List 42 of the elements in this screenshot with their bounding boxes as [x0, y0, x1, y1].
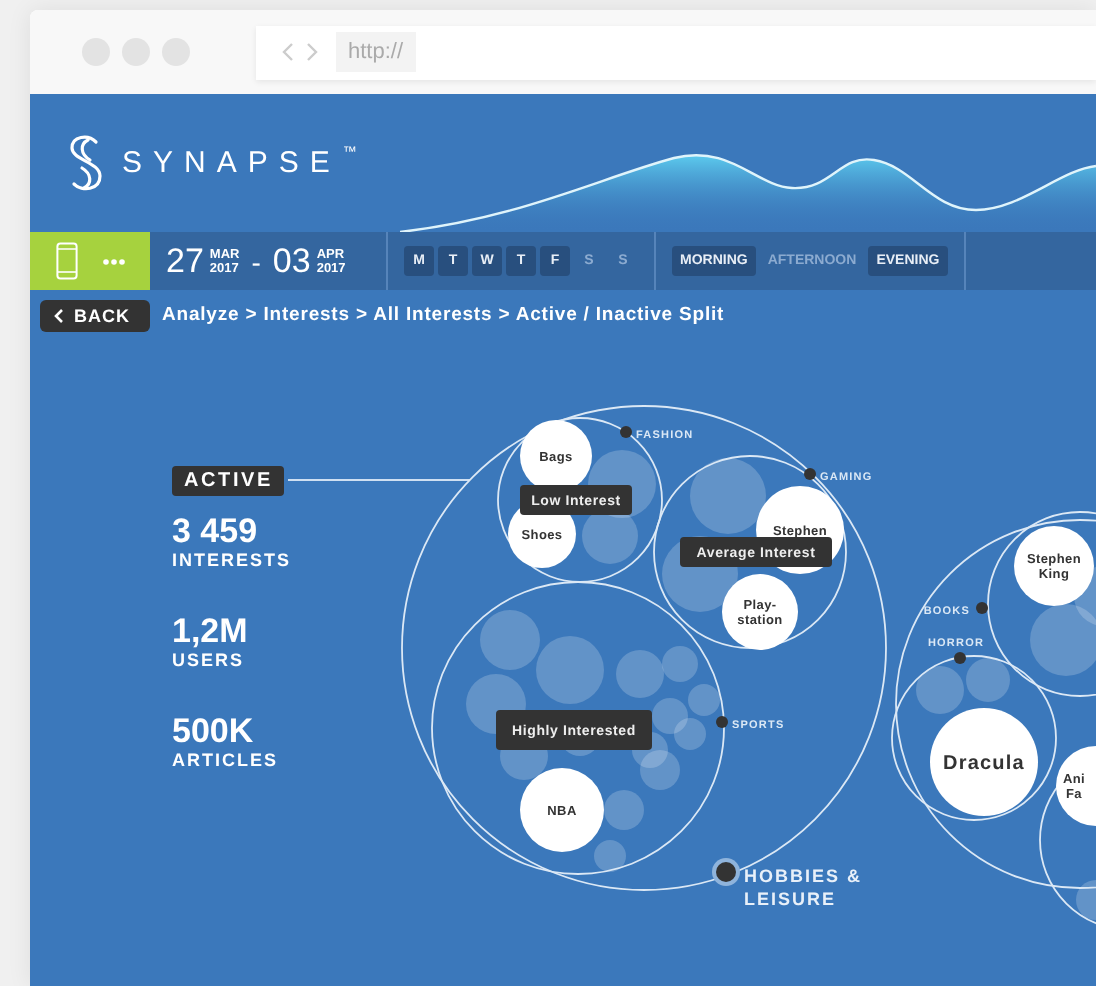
stat-value: 1,2M [172, 614, 248, 650]
back-button[interactable]: BACK [40, 299, 150, 331]
start-day: 27 [166, 241, 204, 281]
bubble [640, 750, 680, 790]
category-label: HOBBIES & LEISURE [744, 866, 863, 910]
stat-value: 500K [172, 714, 256, 750]
bubble [1076, 880, 1096, 920]
end-day: 03 [272, 241, 311, 281]
bubble [594, 840, 626, 872]
forward-icon[interactable] [304, 42, 320, 62]
more-icon[interactable] [101, 257, 125, 265]
bubble [616, 650, 664, 698]
bubble [480, 610, 540, 670]
bubble: Dracula [930, 708, 1038, 816]
bubble [916, 666, 964, 714]
url-text: http:// [336, 32, 416, 72]
bubble [966, 658, 1010, 702]
brand-name: SYNAPSE [122, 146, 341, 180]
phone-icon[interactable] [55, 242, 77, 280]
bubble [674, 718, 706, 750]
marker-dot [954, 652, 966, 664]
bubble [652, 698, 688, 734]
bubble [688, 684, 720, 716]
back-icon[interactable] [280, 42, 296, 62]
marker-dot [716, 716, 728, 728]
date-separator: - [251, 245, 261, 277]
marker-dot [620, 426, 632, 438]
status-tag: ACTIVE [172, 466, 285, 496]
marker-dot [716, 862, 736, 882]
bubble [536, 636, 604, 704]
stat-label: USERS [172, 650, 247, 670]
bubble [604, 790, 644, 830]
chevron-left-icon [54, 307, 64, 323]
bubble [690, 458, 766, 534]
bubble [662, 646, 698, 682]
stat-label: ARTICLES [172, 750, 278, 770]
stat-label: INTERESTS [172, 550, 292, 570]
logo-icon [66, 133, 106, 193]
stat-value: 3 459 [172, 514, 260, 550]
marker-dot [976, 602, 988, 614]
breadcrumb[interactable]: Analyze > Interests > All Interests > Active / Inactive Split [162, 304, 725, 326]
marker-dot [804, 468, 816, 480]
